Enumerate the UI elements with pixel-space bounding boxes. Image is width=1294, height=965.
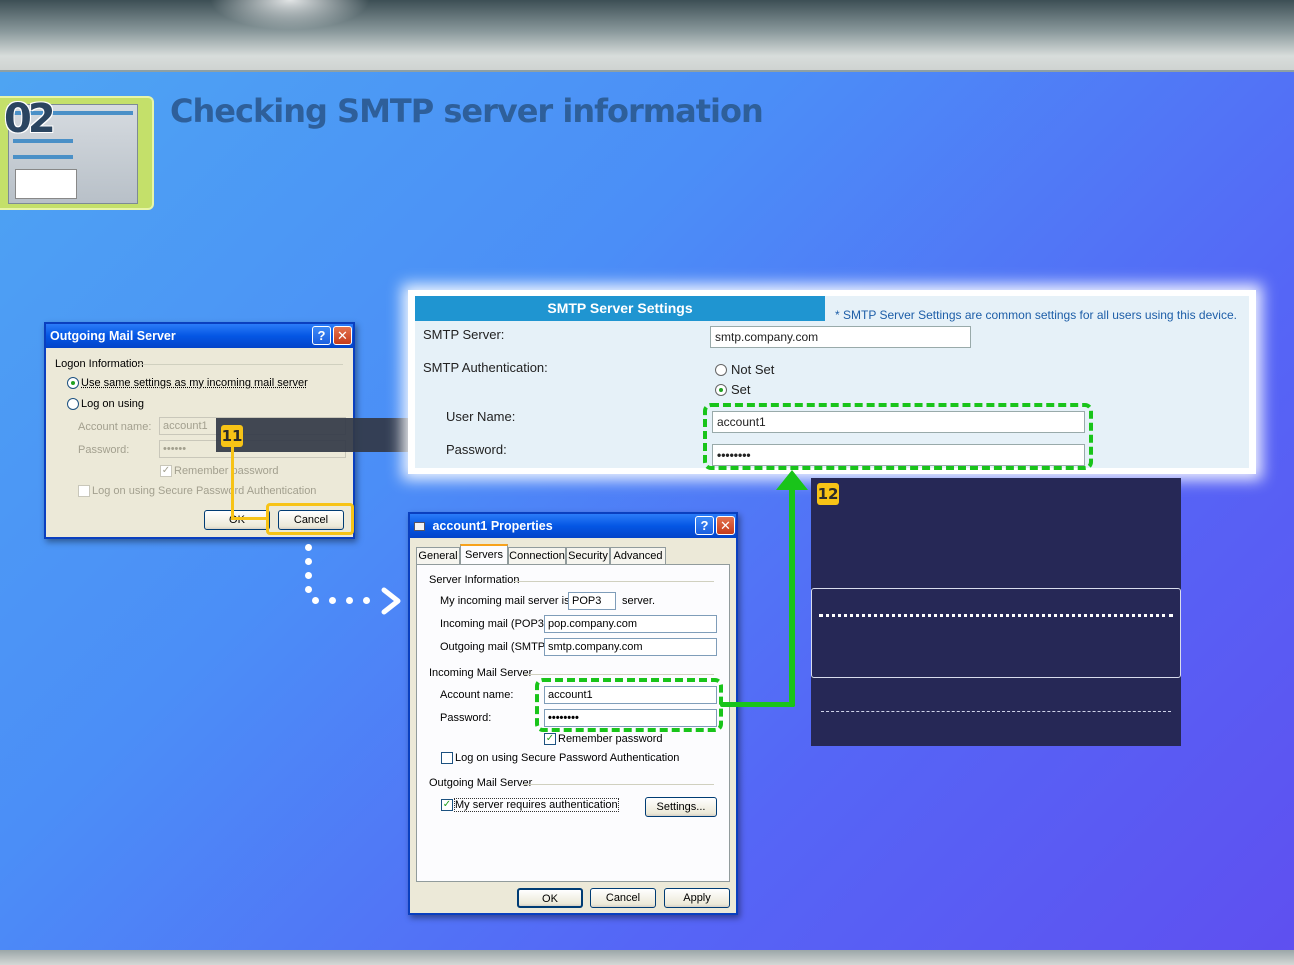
ok-button[interactable]: OK — [517, 888, 583, 908]
remember-password-checkbox[interactable]: ✓ — [160, 465, 172, 477]
settings-button[interactable]: Settings... — [645, 797, 717, 817]
radio-log-on-using[interactable] — [67, 398, 79, 410]
smtp-panel-heading: SMTP Server Settings — [415, 296, 825, 321]
requires-auth-checkbox[interactable]: ✓ — [441, 799, 453, 811]
outgoing-mail-input[interactable]: smtp.company.com — [544, 638, 717, 656]
tab-advanced[interactable]: Advanced — [610, 547, 666, 564]
server-info-label: Server Information — [429, 574, 520, 586]
top-banner — [0, 0, 1294, 72]
remember-password-label: Remember password — [174, 465, 279, 477]
help-button[interactable]: ? — [312, 326, 331, 345]
radio-set-label: Set — [731, 382, 751, 397]
tab-servers[interactable]: Servers — [460, 544, 508, 565]
cancel-highlight — [266, 503, 354, 535]
tab-connection[interactable]: Connection — [508, 547, 566, 564]
radio-not-set[interactable] — [715, 364, 727, 376]
smtp-auth-label: SMTP Authentication: — [423, 360, 548, 375]
server-word: server. — [622, 595, 656, 607]
callout-12-panel — [811, 478, 1181, 746]
tab-security[interactable]: Security — [566, 547, 610, 564]
radio-set[interactable] — [715, 384, 727, 396]
outgoing-mail-label: Outgoing mail (SMTP): — [440, 641, 552, 653]
callout-11-label — [216, 418, 430, 452]
arrow-up-icon — [776, 470, 808, 490]
bottom-banner — [0, 950, 1294, 965]
page-title: Checking SMTP server information — [170, 92, 764, 130]
dialog-title: Outgoing Mail Server — [50, 329, 176, 343]
smtp-server-input[interactable]: smtp.company.com — [710, 326, 971, 348]
incoming-mail-label: Incoming mail (POP3): — [440, 618, 551, 630]
close-button[interactable]: ✕ — [333, 326, 352, 345]
smtp-server-label: SMTP Server: — [423, 327, 505, 342]
incoming-mail-input[interactable]: pop.company.com — [544, 615, 717, 633]
radio-log-on-using-label: Log on using — [81, 398, 144, 410]
incoming-type-label: My incoming mail server is a — [440, 595, 579, 607]
step-badge-12: 12 — [817, 483, 839, 505]
spa-checkbox[interactable] — [441, 752, 453, 764]
spa-label: Log on using Secure Password Authenticat… — [92, 485, 317, 497]
ok-button[interactable]: OK — [204, 510, 270, 530]
arrow-right-icon — [381, 587, 401, 615]
server-type-select[interactable]: POP3 — [568, 592, 616, 610]
account-name-label: Account name: — [440, 689, 514, 701]
radio-same-settings-label: Use same settings as my incoming mail se… — [81, 377, 308, 389]
password-label: Password: — [446, 442, 507, 457]
password-label: Password: — [440, 712, 492, 724]
remember-password-label: Remember password — [558, 733, 663, 745]
radio-not-set-label: Not Set — [731, 362, 775, 377]
smtp-credentials-highlight — [703, 403, 1093, 470]
dialog-titlebar: Outgoing Mail Server ? ✕ — [46, 324, 353, 348]
mail-icon — [414, 522, 425, 531]
close-button[interactable]: ✕ — [716, 516, 735, 535]
apply-button[interactable]: Apply — [664, 888, 730, 908]
step-number: 02 — [4, 96, 56, 142]
password-label: Password: — [78, 444, 130, 456]
user-name-label: User Name: — [446, 409, 516, 424]
cancel-button[interactable]: Cancel — [590, 888, 656, 908]
requires-auth-label: My server requires authentication — [454, 798, 619, 812]
radio-same-settings[interactable] — [67, 377, 79, 389]
help-button[interactable]: ? — [695, 516, 714, 535]
dialog-title: account1 Properties — [432, 519, 553, 533]
dialog-titlebar: account1 Properties ? ✕ — [410, 514, 736, 538]
account-name-label: Account name: — [78, 421, 152, 433]
tab-general[interactable]: General — [416, 547, 460, 564]
smtp-panel-note: * SMTP Server Settings are common settin… — [835, 308, 1237, 322]
step-badge-11: 11 — [221, 425, 243, 447]
outgoing-server-label: Outgoing Mail Server — [429, 777, 533, 789]
incoming-server-label: Incoming Mail Server — [429, 667, 533, 679]
remember-password-checkbox[interactable]: ✓ — [544, 733, 556, 745]
group-label: Logon Information — [55, 358, 144, 370]
spa-checkbox[interactable] — [78, 485, 90, 497]
credentials-highlight — [535, 678, 723, 732]
spa-label: Log on using Secure Password Authenticat… — [455, 752, 680, 764]
